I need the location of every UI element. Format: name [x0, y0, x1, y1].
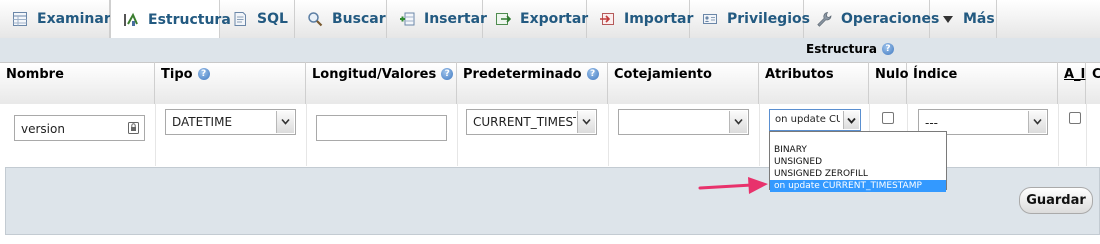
structure-icon: [124, 12, 138, 26]
dropdown-option[interactable]: [770, 132, 946, 144]
tab-label: Importar: [624, 11, 694, 27]
tab-estructura[interactable]: Estructura: [110, 0, 231, 39]
sql-icon: [234, 12, 246, 26]
dropdown-option[interactable]: UNSIGNED: [770, 156, 946, 168]
column-header-predeterminado: Predeterminado ?: [457, 62, 608, 104]
import-icon: [600, 13, 614, 25]
table-caption: Estructura ?: [806, 42, 894, 56]
save-button[interactable]: Guardar: [1019, 187, 1093, 214]
tab-operaciones[interactable]: Operaciones: [804, 0, 939, 38]
column-header-nombre: Nombre: [0, 62, 155, 104]
column-header-ai: A_I: [1058, 62, 1086, 104]
dropdown-option[interactable]: BINARY: [770, 144, 946, 156]
wrench-icon: [817, 12, 832, 27]
column-header-indice: Índice: [907, 62, 1058, 104]
tab-mas[interactable]: Más: [930, 0, 997, 38]
autofill-key-icon: [128, 122, 139, 134]
dropdown-arrow: [1028, 111, 1046, 133]
header-label: Longitud/Valores: [312, 67, 437, 82]
help-icon[interactable]: ?: [586, 68, 599, 80]
tab-label: Buscar: [332, 11, 386, 27]
attributes-dropdown-list[interactable]: BINARY UNSIGNED UNSIGNED ZEROFILL on upd…: [769, 131, 947, 192]
tab-label: Insertar: [424, 11, 487, 27]
tab-label: Privilegios: [727, 11, 810, 27]
column-divider: [155, 104, 156, 166]
dropdown-arrow: [276, 111, 294, 133]
column-divider: [759, 104, 760, 166]
chevron-down-icon: [1033, 118, 1042, 125]
column-divider: [1058, 104, 1059, 166]
tab-importar[interactable]: Importar: [587, 0, 694, 38]
column-divider: [608, 104, 609, 166]
tab-bar: Examinar Estructura SQL Buscar Insertar …: [0, 0, 1100, 39]
auto-increment-checkbox[interactable]: [1069, 112, 1081, 124]
tab-sql[interactable]: SQL: [220, 0, 295, 38]
attributes-select-value: on update CURRENT_TIMESTAMP: [775, 114, 840, 125]
tab-label: SQL: [257, 11, 288, 27]
type-select[interactable]: DATETIME: [165, 109, 296, 135]
tab-label: Más: [963, 11, 995, 27]
column-name-value: version: [21, 122, 65, 136]
help-icon[interactable]: ?: [197, 68, 210, 80]
header-label: Índice: [913, 67, 958, 82]
table-browse-icon: [13, 12, 27, 26]
header-label: Atributos: [765, 67, 834, 82]
type-select-value: DATETIME: [172, 115, 233, 129]
tab-label: Exportar: [520, 11, 589, 27]
column-divider: [306, 104, 307, 166]
triangle-down-icon: [943, 16, 953, 23]
chevron-down-icon: [734, 118, 743, 125]
search-icon: [308, 12, 323, 27]
tab-buscar[interactable]: Buscar: [295, 0, 387, 38]
index-select-value: ---: [925, 116, 938, 130]
insert-icon: [400, 12, 415, 26]
column-header-next: C: [1086, 62, 1100, 104]
dropdown-arrow: [843, 111, 859, 129]
null-checkbox[interactable]: [882, 112, 894, 124]
column-divider: [457, 104, 458, 166]
default-select[interactable]: CURRENT_TIMESTAMP: [466, 109, 597, 135]
dropdown-arrow: [729, 111, 747, 133]
chevron-down-icon: [847, 117, 856, 124]
column-header-nulo: Nulo: [869, 62, 909, 104]
header-label: A_I: [1064, 67, 1086, 82]
help-icon[interactable]: ?: [881, 43, 894, 55]
caption-label: Estructura: [806, 42, 877, 56]
tab-insertar[interactable]: Insertar: [387, 0, 487, 38]
length-values-input[interactable]: [316, 115, 447, 141]
header-label: Nulo: [875, 67, 909, 82]
header-label: Nombre: [6, 67, 64, 82]
column-name-input[interactable]: version: [14, 115, 145, 141]
annotation-arrow-icon: [698, 177, 768, 194]
chevron-down-icon: [582, 118, 591, 125]
header-label: Predeterminado: [463, 67, 582, 82]
header-label: Cotejamiento: [614, 67, 712, 82]
column-header-cotejamiento: Cotejamiento: [608, 62, 759, 104]
tab-exportar[interactable]: Exportar: [483, 0, 589, 38]
table-caption-band: [0, 38, 1100, 62]
column-divider: [1086, 104, 1087, 166]
tab-label: Examinar: [37, 11, 111, 27]
chevron-down-icon: [281, 118, 290, 125]
column-header-longitud: Longitud/Valores ?: [306, 62, 457, 104]
tab-label: Estructura: [148, 11, 231, 28]
header-label: C: [1092, 67, 1100, 82]
tab-examinar[interactable]: Examinar: [0, 0, 111, 38]
tab-label: Operaciones: [841, 11, 940, 27]
dropdown-arrow: [577, 111, 595, 133]
collation-select[interactable]: [618, 109, 749, 135]
dropdown-option-selected[interactable]: on update CURRENT_TIMESTAMP: [770, 180, 946, 192]
default-select-value: CURRENT_TIMESTAMP: [473, 115, 576, 129]
column-header-atributos: Atributos: [759, 62, 869, 104]
header-label: Tipo: [161, 67, 193, 82]
help-icon[interactable]: ?: [441, 68, 454, 80]
privileges-icon: [703, 14, 717, 24]
attributes-select[interactable]: on update CURRENT_TIMESTAMP: [769, 109, 861, 131]
column-header-tipo: Tipo ?: [155, 62, 306, 104]
export-icon: [496, 13, 511, 25]
tab-privilegios[interactable]: Privilegios: [690, 0, 810, 38]
dropdown-option[interactable]: UNSIGNED ZEROFILL: [770, 168, 946, 180]
